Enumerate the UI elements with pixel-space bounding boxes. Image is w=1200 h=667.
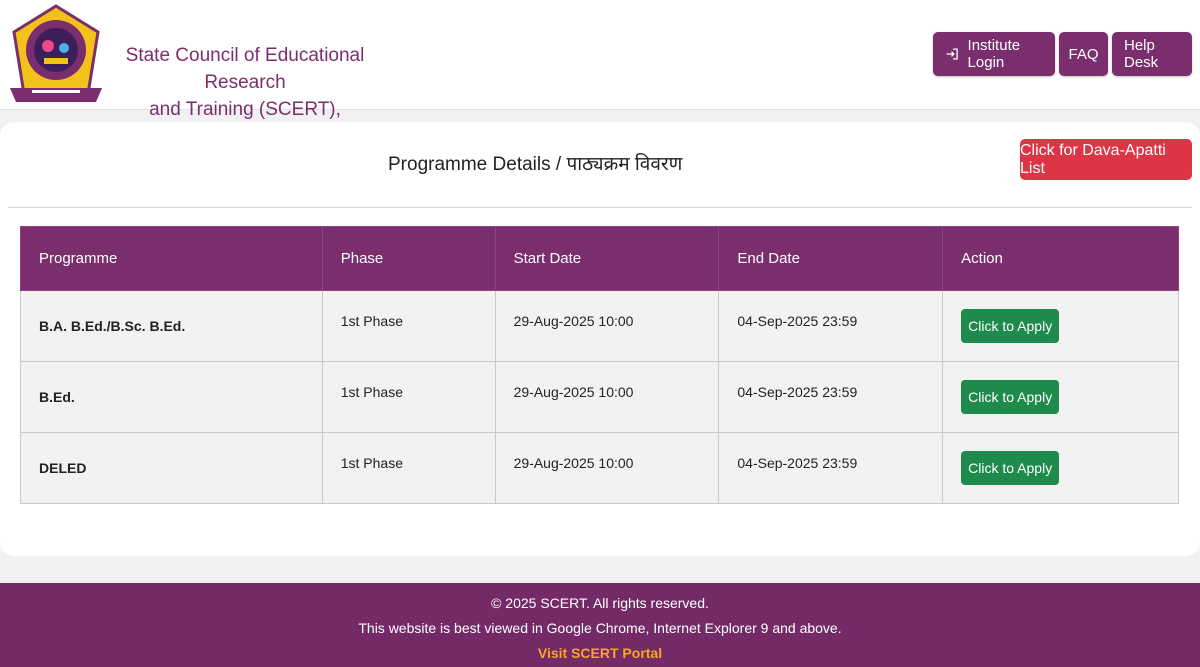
institute-login-label: Institute Login [967,37,1021,71]
table-row: DELED 1st Phase 29-Aug-2025 10:00 04-Sep… [20,432,1179,504]
end-date-cell: 04-Sep-2025 23:59 [718,432,944,504]
page-title: Programme Details / पाठ्यक्रम विवरण [388,154,683,175]
top-nav: Institute Login FAQ Help Desk [933,32,1192,76]
header-end-date: End Date [718,226,944,291]
scert-logo [10,4,102,102]
programme-card: Programme Details / पाठ्यक्रम विवरण Clic… [0,122,1200,556]
apply-button[interactable]: Click to Apply [961,451,1060,485]
footer-copyright: © 2025 SCERT. All rights reserved. [491,595,709,611]
table-header-row: Programme Phase Start Date End Date Acti… [20,226,1179,291]
end-date-cell: 04-Sep-2025 23:59 [718,361,944,433]
phase-cell: 1st Phase [321,361,496,433]
header-action: Action [942,226,1179,291]
help-desk-label: Help Desk [1124,37,1159,71]
table-row: B.Ed. 1st Phase 29-Aug-2025 10:00 04-Sep… [20,361,1179,433]
site-header: State Council of Educational Research an… [0,0,1200,147]
start-date-cell: 29-Aug-2025 10:00 [494,290,720,362]
action-cell: Click to Apply [942,432,1179,504]
programme-table: Programme Phase Start Date End Date Acti… [20,226,1179,504]
programme-cell: DELED [20,432,323,504]
programme-cell: B.Ed. [20,361,323,433]
apply-button[interactable]: Click to Apply [961,380,1060,414]
faq-button[interactable]: FAQ [1059,32,1108,76]
site-footer: © 2025 SCERT. All rights reserved. This … [0,583,1200,667]
apply-button[interactable]: Click to Apply [961,309,1060,343]
dava-apatti-button[interactable]: Click for Dava-Apatti List [1020,139,1192,180]
footer-browser-note: This website is best viewed in Google Ch… [358,620,842,636]
phase-cell: 1st Phase [321,290,496,362]
action-cell: Click to Apply [942,361,1179,433]
brand-line-1: State Council of Educational Research [125,45,365,93]
login-icon [946,48,958,60]
faq-label: FAQ [1068,45,1099,63]
header-start-date: Start Date [494,226,720,291]
header-programme: Programme [20,226,323,291]
start-date-cell: 29-Aug-2025 10:00 [494,432,720,504]
phase-cell: 1st Phase [321,432,496,504]
action-cell: Click to Apply [942,290,1179,362]
header-phase: Phase [321,226,496,291]
help-desk-button[interactable]: Help Desk [1112,32,1192,76]
table-row: B.A. B.Ed./B.Sc. B.Ed. 1st Phase 29-Aug-… [20,290,1179,362]
scert-portal-link[interactable]: Visit SCERT Portal [0,645,1200,661]
start-date-cell: 29-Aug-2025 10:00 [494,361,720,433]
programme-cell: B.A. B.Ed./B.Sc. B.Ed. [20,290,323,362]
institute-login-button[interactable]: Institute Login [933,32,1055,76]
divider [8,207,1192,208]
end-date-cell: 04-Sep-2025 23:59 [718,290,944,362]
